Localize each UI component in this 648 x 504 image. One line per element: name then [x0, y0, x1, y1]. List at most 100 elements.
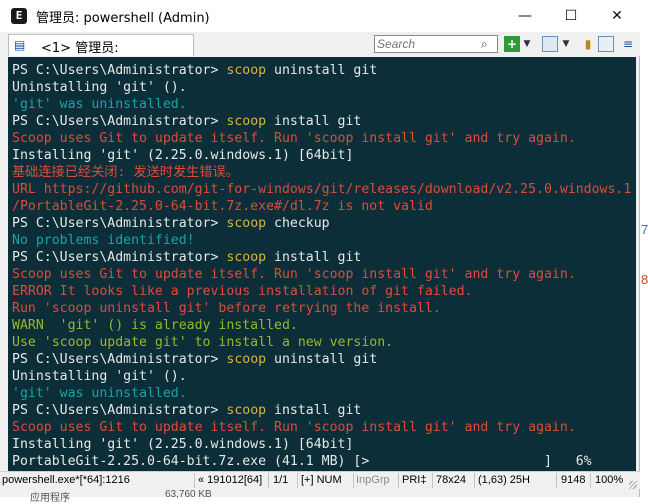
menu-icon[interactable]: ≡ [620, 36, 636, 52]
console-line: Installing 'git' (2.25.0.windows.1) [64b… [12, 147, 631, 164]
console-text: PS C:\Users\Administrator> [12, 250, 227, 265]
console-text: uninstall git [266, 352, 378, 367]
console-text: Use 'scoop update git' to install a new … [12, 335, 394, 350]
console-text: 基础连接已经关闭: 发送时发生错误。 [12, 165, 239, 180]
console-line: Scoop uses Git to update itself. Run 'sc… [12, 419, 631, 436]
status-divider [590, 473, 591, 488]
status-priority[interactable]: PRI‡ [402, 474, 426, 486]
console-text: PS C:\Users\Administrator> [12, 403, 227, 418]
console-text: URL https://github.com/git-for-windows/g… [12, 182, 632, 197]
console-text: Scoop uses Git to update itself. Run 'sc… [12, 131, 576, 146]
command-name: scoop [226, 352, 267, 367]
console-text: checkup [266, 216, 330, 231]
command-name: scoop [226, 250, 267, 265]
console-line: Run 'scoop uninstall git' before retryin… [12, 300, 631, 317]
console-text: uninstall git [266, 63, 378, 78]
status-divider [268, 473, 269, 488]
console-line: PS C:\Users\Administrator> scoop install… [12, 113, 631, 130]
status-divider [194, 473, 195, 488]
console-text: /PortableGit-2.25.0-64-bit.7z.exe#/dl.7z… [12, 199, 433, 214]
console-text: No problems identified! [12, 233, 195, 248]
console-text: install git [266, 114, 362, 129]
status-flags: [+] NUM [301, 474, 342, 486]
console-line: Installing 'git' (2.25.0.windows.1) [64b… [12, 436, 631, 453]
background-fragment: 7 [641, 222, 648, 237]
toolbar: ▤ <1> 管理员: powershell ⌕ + ▼ ▼ ▮ ≡ [0, 32, 640, 71]
console-text: Run 'scoop uninstall git' before retryin… [12, 301, 441, 316]
search-icon[interactable]: ⌕ [481, 36, 495, 52]
status-divider [353, 473, 354, 488]
status-divider [474, 473, 475, 488]
console-line: PS C:\Users\Administrator> scoop uninsta… [12, 62, 631, 79]
maximize-button[interactable]: ☐ [548, 0, 594, 32]
minimize-button[interactable]: — [502, 0, 548, 32]
console-line: WARN 'git' () is already installed. [12, 317, 631, 334]
console-line: 'git' was uninstalled. [12, 96, 631, 113]
console-text: WARN 'git' () is already installed. [12, 318, 298, 333]
console-text: Scoop uses Git to update itself. Run 'sc… [12, 267, 576, 282]
console-text: PortableGit-2.25.0-64-bit.7z.exe (41.1 M… [12, 454, 592, 469]
settings-icon[interactable] [598, 36, 614, 52]
console-line: Scoop uses Git to update itself. Run 'sc… [12, 266, 631, 283]
console-lines: PS C:\Users\Administrator> scoop uninsta… [12, 62, 631, 470]
status-divider [297, 473, 298, 488]
console-line: Scoop uses Git to update itself. Run 'sc… [12, 130, 631, 147]
console-text: 'git' was uninstalled. [12, 386, 187, 401]
console-text: Scoop uses Git to update itself. Run 'sc… [12, 420, 576, 435]
chevron-down-icon[interactable]: ▼ [522, 36, 532, 52]
console-line: 'git' was uninstalled. [12, 385, 631, 402]
console-text: Installing 'git' (2.25.0.windows.1) [64b… [12, 148, 354, 163]
console-line: PS C:\Users\Administrator> scoop uninsta… [12, 351, 631, 368]
status-pid: 9148 [561, 474, 586, 486]
console-text: PS C:\Users\Administrator> [12, 63, 227, 78]
console-line: PS C:\Users\Administrator> scoop checkup [12, 215, 631, 232]
command-name: scoop [226, 63, 267, 78]
console-tab-icon: ▤ [14, 38, 26, 52]
window-title: 管理员: powershell (Admin) [36, 11, 210, 26]
console-line: /PortableGit-2.25.0-64-bit.7z.exe#/dl.7z… [12, 198, 631, 215]
console-line: PS C:\Users\Administrator> scoop install… [12, 249, 631, 266]
status-divider [556, 473, 557, 488]
background-fragment: 8 [641, 272, 648, 287]
resize-grip[interactable] [629, 481, 637, 489]
console-text: PS C:\Users\Administrator> [12, 216, 227, 231]
command-name: scoop [226, 403, 267, 418]
console-text: Installing 'git' (2.25.0.windows.1) [64b… [12, 437, 354, 452]
console-text: install git [266, 403, 362, 418]
command-name: scoop [226, 216, 267, 231]
search-input[interactable] [377, 36, 477, 52]
status-input-group[interactable]: InpGrp [356, 474, 390, 486]
console-line: PortableGit-2.25.0-64-bit.7z.exe (41.1 M… [12, 453, 631, 470]
split-view-icon[interactable] [542, 36, 558, 52]
console-line: Use 'scoop update git' to install a new … [12, 334, 631, 351]
console-tab[interactable]: ▤ <1> 管理员: powershell [8, 34, 194, 71]
status-console-index[interactable]: 1/1 [273, 474, 288, 486]
console-text: Uninstalling 'git' (). [12, 369, 187, 384]
console-line: Uninstalling 'git' (). [12, 368, 631, 385]
console-line: No problems identified! [12, 232, 631, 249]
background-fragment: 63,760 KB [165, 489, 212, 500]
console-text: ERROR It looks like a previous installat… [12, 284, 473, 299]
status-bar: powershell.exe*[*64]:1216 « 191012[64] 1… [0, 471, 640, 489]
status-divider [398, 473, 399, 488]
status-zoom[interactable]: 100% [595, 474, 623, 486]
app-icon: E [11, 8, 27, 24]
console-line: ERROR It looks like a previous installat… [12, 283, 631, 300]
status-size: 78x24 [436, 474, 466, 486]
lock-icon[interactable]: ▮ [580, 36, 596, 52]
new-console-icon[interactable]: + [504, 36, 520, 52]
console-line: Uninstalling 'git' (). [12, 79, 631, 96]
status-process[interactable]: powershell.exe*[*64]:1216 [2, 474, 130, 486]
status-build: « 191012[64] [198, 474, 263, 486]
title-bar[interactable]: E 管理员: powershell (Admin) — ☐ ✕ [0, 0, 640, 32]
status-divider [432, 473, 433, 488]
chevron-down-icon[interactable]: ▼ [561, 36, 571, 52]
console-output[interactable]: PS C:\Users\Administrator> scoop uninsta… [8, 57, 636, 471]
close-button[interactable]: ✕ [594, 0, 640, 32]
console-text: PS C:\Users\Administrator> [12, 352, 227, 367]
console-line: 基础连接已经关闭: 发送时发生错误。 [12, 164, 631, 181]
console-line: URL https://github.com/git-for-windows/g… [12, 181, 631, 198]
console-text: PS C:\Users\Administrator> [12, 114, 227, 129]
console-line: PS C:\Users\Administrator> scoop install… [12, 402, 631, 419]
search-box[interactable]: ⌕ [374, 35, 498, 53]
